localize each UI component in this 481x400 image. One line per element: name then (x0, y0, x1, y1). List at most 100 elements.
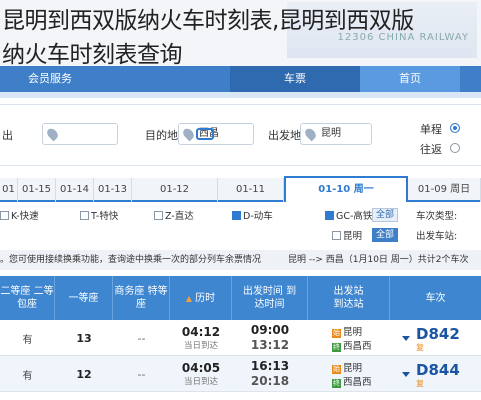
duration: 04:12 (181, 324, 221, 339)
tab-date-3[interactable]: 01-13 (94, 178, 132, 202)
second-class-avail[interactable]: 有 (23, 331, 33, 346)
station-kunming-checkbox[interactable] (332, 231, 341, 240)
type-z-group: Z-直达 (154, 208, 194, 222)
type-k-checkbox[interactable] (0, 211, 9, 220)
col-business-class[interactable]: 商务座 特等座 (113, 276, 170, 320)
cell-first: 12 (55, 356, 113, 392)
station-all-group: 全部 (372, 228, 399, 242)
transfer-note: 您可使用接续换乘功能，查询途中换乘一次的部分列车余票情况。 (0, 255, 262, 265)
cell-first: 13 (55, 320, 113, 356)
cell-second: 有 (0, 320, 55, 356)
cell-duration: 04:12 当日到达 (170, 320, 232, 356)
to-label: 目的地 (145, 129, 178, 142)
swap-stations-icon[interactable] (196, 128, 214, 140)
type-gc-checkbox[interactable] (325, 211, 334, 220)
cell-train: D842 复 (390, 320, 481, 356)
tab-date-2[interactable]: 01-14 (56, 178, 94, 202)
sort-icon: ▲ (185, 293, 193, 303)
from-input[interactable]: 昆明 (300, 123, 372, 145)
tab-date-4[interactable]: 01-12 (132, 178, 218, 202)
duration: 04:05 (181, 360, 221, 375)
train-info: D842 复 (416, 325, 460, 352)
col-train[interactable]: 车次 (390, 276, 481, 320)
table-row[interactable]: 有 12 -- 04:05 当日到达 16:13 20:18 始昆明 终西昌西 … (0, 356, 481, 392)
train-flag: 复 (416, 342, 424, 352)
type-d-label: D-动车 (243, 211, 273, 222)
first-class-avail[interactable]: 12 (76, 368, 91, 381)
type-t-checkbox[interactable] (80, 211, 89, 220)
cell-second: 有 (0, 356, 55, 392)
start-station-icon: 始 (332, 365, 341, 374)
arrival-time: 13:12 (250, 338, 290, 352)
tab-date-5[interactable]: 01-11 (218, 178, 284, 202)
table-row[interactable]: 有 13 -- 04:12 当日到达 09:00 13:12 始昆明 终西昌西 … (0, 320, 481, 356)
to-input-left[interactable]: 西昌 (178, 123, 254, 145)
station-filter-label: 出发车站: (416, 231, 458, 242)
col-stations[interactable]: 出发站 到达站 (308, 276, 390, 320)
cell-business: -- (113, 356, 170, 392)
station-all-tag[interactable]: 全部 (372, 228, 399, 242)
train-type-filters: K-快速 (0, 208, 39, 222)
type-filter-label: 车次类型: (416, 211, 458, 222)
from-station-name[interactable]: 昆明 (343, 327, 362, 338)
tab-date-0[interactable]: 01 (0, 178, 18, 202)
train-number[interactable]: D842 (416, 325, 460, 343)
train-info: D844 复 (416, 361, 460, 388)
location-pin-icon (181, 126, 196, 142)
first-class-avail[interactable]: 13 (76, 332, 91, 345)
type-k-label: K-快速 (11, 211, 39, 222)
to-station-name[interactable]: 西昌西 (343, 377, 372, 388)
tab-date-1[interactable]: 01-15 (18, 178, 56, 202)
type-all-group: 全部 (372, 208, 399, 222)
station-kunming-label: 昆明 (343, 231, 363, 242)
second-class-avail[interactable]: 有 (23, 367, 33, 382)
route-summary: 昆明 --> 西昌（1月10日 周一）共计2个车次 (288, 255, 469, 265)
to-station: 终西昌西 (332, 338, 372, 352)
type-d-group: D-动车 (232, 208, 273, 222)
cell-business: -- (113, 320, 170, 356)
type-z-label: Z-直达 (165, 211, 194, 222)
to-station-name[interactable]: 西昌西 (343, 341, 372, 352)
roundtrip-label: 往返 (420, 143, 442, 156)
type-d-checkbox[interactable] (232, 211, 241, 220)
from-value: 昆明 (321, 128, 341, 139)
end-station-icon: 终 (332, 379, 341, 388)
type-t-group: T-特快 (80, 208, 118, 222)
table-header: 二等座 二等包座 一等座 商务座 特等座 ▲ 历时 出发时间 到达时间 出发站 到… (0, 276, 481, 320)
arrival-note: 当日到达 (183, 376, 218, 387)
start-station-icon: 始 (332, 329, 341, 338)
departure-time: 09:00 (250, 323, 290, 337)
left-cut-label: 出 (2, 129, 13, 142)
tab-date-7[interactable]: 01-09 周日 (408, 178, 481, 202)
arrival-note: 当日到达 (183, 340, 218, 351)
col-first-class[interactable]: 一等座 (55, 276, 113, 320)
expand-arrow-icon[interactable] (402, 371, 410, 377)
cell-train: D844 复 (390, 356, 481, 392)
nav-divider (0, 92, 481, 98)
type-all-tag[interactable]: 全部 (372, 208, 399, 222)
roundtrip-radio[interactable] (450, 143, 460, 153)
expand-arrow-icon[interactable] (402, 335, 410, 341)
train-number[interactable]: D844 (416, 361, 460, 379)
col-second-class[interactable]: 二等座 二等包座 (0, 276, 55, 320)
oneway-radio[interactable] (450, 123, 460, 133)
end-station-icon: 终 (332, 343, 341, 352)
hidden-from-input[interactable] (42, 123, 118, 145)
col-duration-label: 历时 (195, 292, 216, 304)
page-title: 昆明到西双版纳火车时刻表,昆明到西双版 纳火车时刻表查询 (0, 4, 481, 72)
col-times[interactable]: 出发时间 到达时间 (232, 276, 308, 320)
type-z-checkbox[interactable] (154, 211, 163, 220)
location-pin-icon (303, 126, 318, 142)
location-pin-icon (45, 126, 60, 142)
tab-date-selected[interactable]: 01-10 周一 (284, 176, 408, 202)
train-flag: 复 (416, 378, 424, 388)
business-class-avail: -- (137, 367, 146, 381)
col-duration[interactable]: ▲ 历时 (170, 276, 232, 320)
cell-stations: 始昆明 终西昌西 (308, 356, 390, 392)
search-form: 出 目的地 西昌 出发地 昆明 单程 往返 (0, 104, 481, 166)
business-class-avail: -- (137, 331, 146, 345)
date-tabs: 01 01-15 01-14 01-13 01-12 01-11 01-10 周… (0, 176, 481, 202)
from-station-name[interactable]: 昆明 (343, 363, 362, 374)
from-station: 始昆明 (332, 360, 362, 374)
cell-times: 09:00 13:12 (232, 320, 308, 356)
